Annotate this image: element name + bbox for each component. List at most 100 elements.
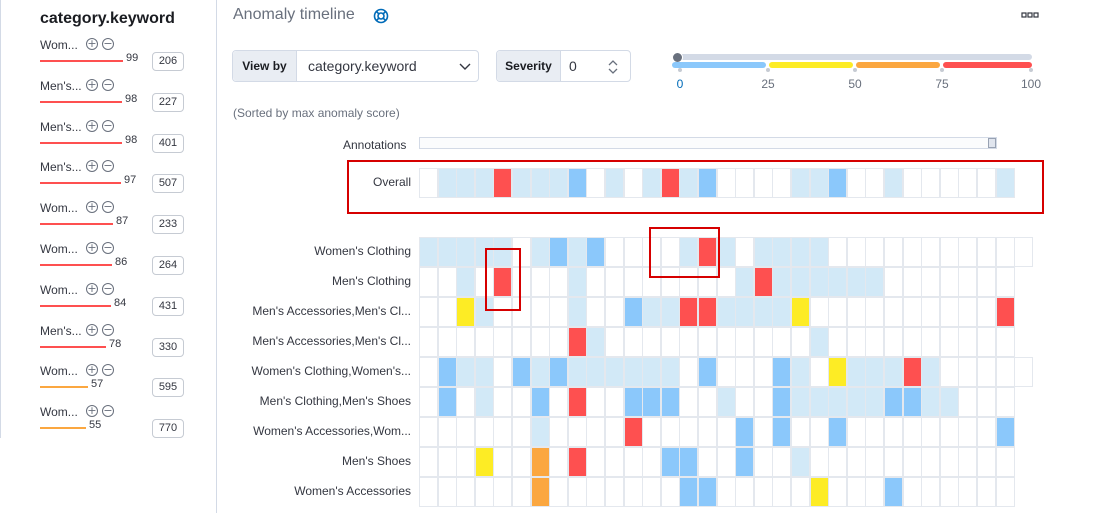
swimlane-cell[interactable]	[958, 357, 977, 387]
swimlane-cell[interactable]	[605, 357, 624, 387]
swimlane-cell[interactable]	[475, 387, 494, 417]
swimlane-cell[interactable]	[754, 477, 773, 507]
swimlane-cell[interactable]	[512, 387, 531, 417]
swimlane-cell[interactable]	[679, 447, 698, 477]
swimlane-cell[interactable]	[586, 447, 605, 477]
swimlane-cell[interactable]	[977, 417, 996, 447]
swimlane-cell[interactable]	[735, 357, 754, 387]
add-filter-icon[interactable]: +	[86, 160, 98, 173]
swimlane-cell[interactable]	[921, 477, 940, 507]
swimlane-cell[interactable]	[456, 327, 475, 357]
swimlane-cell[interactable]	[717, 477, 736, 507]
swimlane-cell[interactable]	[791, 297, 810, 327]
swimlane-cell[interactable]	[772, 267, 791, 297]
swimlane-cell[interactable]	[549, 447, 568, 477]
swimlane-cell[interactable]	[661, 327, 680, 357]
swimlane-cell[interactable]	[456, 297, 475, 327]
swimlane-cell[interactable]	[475, 417, 494, 447]
swimlane-cell[interactable]	[940, 447, 959, 477]
swimlane-cell[interactable]	[977, 357, 996, 387]
swimlane-cell[interactable]	[791, 417, 810, 447]
stepper-arrows-icon[interactable]	[607, 59, 619, 75]
swimlane-cell[interactable]	[475, 357, 494, 387]
swimlane-cell[interactable]	[456, 267, 475, 297]
swimlane-cell[interactable]	[865, 267, 884, 297]
swimlane-cell[interactable]	[735, 237, 754, 267]
swimlane-cell[interactable]	[903, 267, 922, 297]
add-filter-icon[interactable]: +	[86, 364, 98, 377]
severity-input[interactable]: 0	[569, 51, 577, 81]
influencer-name[interactable]: Wom...	[40, 364, 78, 378]
swimlane-cell[interactable]	[568, 387, 587, 417]
influencer-name[interactable]: Men's...	[40, 160, 82, 174]
swimlane-cell[interactable]	[549, 237, 568, 267]
swimlane-cell[interactable]	[847, 267, 866, 297]
swimlane-cell[interactable]	[419, 387, 438, 417]
swimlane-cell[interactable]	[754, 447, 773, 477]
swimlane-cell[interactable]	[996, 297, 1015, 327]
swimlane-cell[interactable]	[828, 447, 847, 477]
swimlane-cell[interactable]	[791, 237, 810, 267]
swimlane-cell[interactable]	[586, 417, 605, 447]
influencer-name[interactable]: Wom...	[40, 283, 78, 297]
swimlane-cell[interactable]	[512, 447, 531, 477]
swimlane-cell[interactable]	[958, 417, 977, 447]
swimlane-cell[interactable]	[493, 327, 512, 357]
swimlane-cell[interactable]	[884, 387, 903, 417]
swimlane-cell[interactable]	[977, 267, 996, 297]
swimlane-cell[interactable]	[810, 297, 829, 327]
swimlane-cell[interactable]	[512, 327, 531, 357]
add-filter-icon[interactable]: +	[86, 201, 98, 214]
view-by-value[interactable]: category.keyword	[308, 51, 417, 81]
swimlane-row[interactable]	[419, 357, 1033, 387]
swimlane-cell[interactable]	[568, 477, 587, 507]
remove-filter-icon[interactable]: −	[102, 242, 114, 254]
swimlane-cell[interactable]	[698, 447, 717, 477]
swimlane-cell[interactable]	[791, 447, 810, 477]
remove-filter-icon[interactable]: −	[102, 405, 114, 418]
swimlane-cell[interactable]	[958, 477, 977, 507]
swimlane-cell[interactable]	[996, 387, 1015, 417]
swimlane-cell[interactable]	[493, 447, 512, 477]
swimlane-cell[interactable]	[717, 357, 736, 387]
remove-filter-icon[interactable]: −	[102, 78, 114, 91]
swimlane-cell[interactable]	[996, 447, 1015, 477]
swimlane-cell[interactable]	[828, 267, 847, 297]
swimlane-cell[interactable]	[624, 447, 643, 477]
swimlane-cell[interactable]	[958, 387, 977, 417]
swimlane-cell[interactable]	[586, 387, 605, 417]
remove-filter-icon[interactable]: −	[102, 364, 114, 377]
swimlane-cell[interactable]	[493, 387, 512, 417]
swimlane-cell[interactable]	[865, 477, 884, 507]
swimlane-cell[interactable]	[698, 357, 717, 387]
swimlane-cell[interactable]	[642, 327, 661, 357]
swimlane-cell[interactable]	[531, 477, 550, 507]
swimlane-cell[interactable]	[419, 237, 438, 267]
swimlane-cell[interactable]	[475, 477, 494, 507]
swimlane-cell[interactable]	[661, 447, 680, 477]
swimlane-cell[interactable]	[642, 357, 661, 387]
swimlane-cell[interactable]	[605, 327, 624, 357]
swimlane-cell[interactable]	[791, 357, 810, 387]
swimlane-cell[interactable]	[568, 357, 587, 387]
swimlane-cell[interactable]	[661, 297, 680, 327]
swimlane-cell[interactable]	[847, 237, 866, 267]
remove-filter-icon[interactable]: −	[102, 323, 114, 336]
swimlane-cell[interactable]	[661, 417, 680, 447]
swimlane-cell[interactable]	[624, 357, 643, 387]
swimlane-cell[interactable]	[549, 267, 568, 297]
swimlane-cell[interactable]	[847, 447, 866, 477]
swimlane-cell[interactable]	[679, 297, 698, 327]
add-filter-icon[interactable]: +	[86, 119, 98, 132]
swimlane-cell[interactable]	[717, 297, 736, 327]
swimlane-cell[interactable]	[661, 357, 680, 387]
swimlane-cell[interactable]	[865, 417, 884, 447]
swimlane-cell[interactable]	[903, 387, 922, 417]
add-filter-icon[interactable]: +	[86, 78, 98, 91]
swimlane-cell[interactable]	[735, 417, 754, 447]
swimlane-row[interactable]	[419, 327, 1015, 357]
swimlane-cell[interactable]	[679, 327, 698, 357]
swimlane-cell[interactable]	[624, 387, 643, 417]
add-filter-icon[interactable]: +	[86, 242, 98, 254]
swimlane-cell[interactable]	[438, 327, 457, 357]
